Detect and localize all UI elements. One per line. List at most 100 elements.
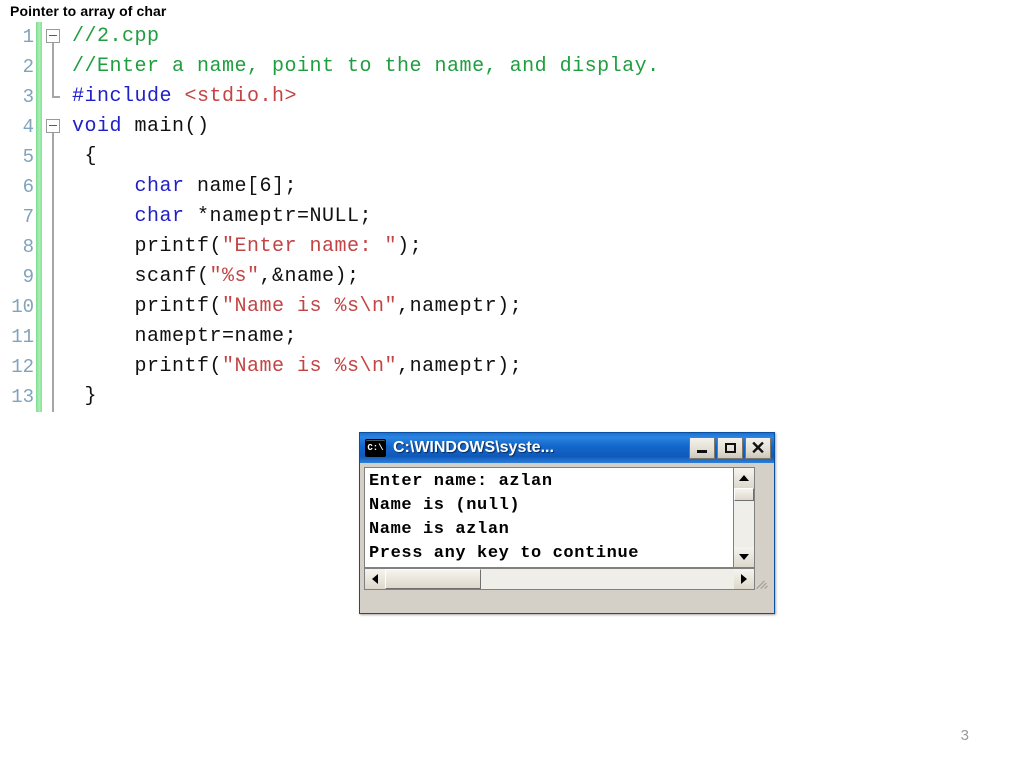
code-line: 4 void main() xyxy=(0,112,1000,142)
console-titlebar[interactable]: C:\ C:\WINDOWS\syste... ✕ xyxy=(360,433,774,463)
fold-tree-line xyxy=(52,352,54,382)
fold-collapse-box[interactable] xyxy=(46,29,60,43)
code-token: *nameptr=NULL; xyxy=(184,205,373,228)
maximize-icon xyxy=(724,443,736,453)
code-token: #include xyxy=(72,85,185,108)
code-token: <stdio.h> xyxy=(184,85,298,108)
close-button[interactable]: ✕ xyxy=(745,437,771,459)
line-number: 2 xyxy=(22,56,34,78)
console-body: Enter name: azlan Name is (null) Name is a… xyxy=(364,467,770,609)
page-title: Pointer to array of char xyxy=(10,3,167,19)
fold-column[interactable] xyxy=(42,142,66,172)
editor-gutter: 11 xyxy=(0,322,66,352)
arrow-left-icon xyxy=(372,574,378,584)
editor-gutter: 10 xyxy=(0,292,66,322)
maximize-button[interactable] xyxy=(717,437,743,459)
fold-column[interactable] xyxy=(42,232,66,262)
editor-gutter: 2 xyxy=(0,52,66,82)
fold-collapse-box[interactable] xyxy=(46,119,60,133)
code-text[interactable]: scanf("%s",&name); xyxy=(66,262,360,292)
fold-column[interactable] xyxy=(42,382,66,412)
code-text[interactable]: //Enter a name, point to the name, and d… xyxy=(66,52,660,82)
code-text[interactable]: } xyxy=(66,382,97,412)
fold-column[interactable] xyxy=(42,352,66,382)
line-number: 8 xyxy=(22,236,34,258)
code-text[interactable]: printf("Enter name: "); xyxy=(66,232,422,262)
arrow-up-icon xyxy=(739,475,749,481)
code-token: char xyxy=(134,175,185,198)
code-text[interactable]: void main() xyxy=(66,112,210,142)
vertical-scrollbar-track[interactable] xyxy=(734,501,754,547)
fold-column[interactable] xyxy=(42,262,66,292)
line-number: 11 xyxy=(11,326,34,348)
fold-column[interactable] xyxy=(42,112,66,142)
code-line: 8 printf("Enter name: "); xyxy=(0,232,1000,262)
code-token: ); xyxy=(397,235,423,258)
code-editor: 1 //2.cpp 2 //Enter a name, point to the na… xyxy=(0,22,1000,412)
vertical-scrollbar-thumb[interactable] xyxy=(734,488,754,501)
code-text[interactable]: char name[6]; xyxy=(66,172,297,202)
close-icon: ✕ xyxy=(750,438,766,458)
code-token: main() xyxy=(134,115,210,138)
vertical-scrollbar[interactable] xyxy=(733,467,755,568)
code-token: void xyxy=(72,115,135,138)
code-text[interactable]: #include <stdio.h> xyxy=(66,82,297,112)
fold-tree-line xyxy=(52,52,54,82)
editor-gutter: 6 xyxy=(0,172,66,202)
code-token: printf( xyxy=(72,355,223,378)
code-text[interactable]: nameptr=name; xyxy=(66,322,297,352)
fold-tree-line xyxy=(52,322,54,352)
code-text[interactable]: printf("Name is %s\n",nameptr); xyxy=(66,292,522,322)
editor-gutter: 13 xyxy=(0,382,66,412)
fold-column[interactable] xyxy=(42,172,66,202)
scroll-up-arrow[interactable] xyxy=(734,468,754,488)
line-number: 5 xyxy=(22,146,34,168)
code-line: 13 } xyxy=(0,382,1000,412)
code-line: 3 #include <stdio.h> xyxy=(0,82,1000,112)
minimize-icon xyxy=(697,450,707,453)
console-output-line: Name is azlan xyxy=(369,520,510,539)
code-token: printf( xyxy=(72,235,223,258)
arrow-right-icon xyxy=(741,574,747,584)
editor-gutter: 12 xyxy=(0,352,66,382)
code-token: "Enter name: " xyxy=(222,235,398,258)
code-text[interactable]: char *nameptr=NULL; xyxy=(66,202,372,232)
scroll-right-arrow[interactable] xyxy=(734,569,754,589)
fold-column[interactable] xyxy=(42,52,66,82)
code-token: { xyxy=(72,145,98,168)
fold-column[interactable] xyxy=(42,322,66,352)
fold-column[interactable] xyxy=(42,202,66,232)
code-text[interactable]: { xyxy=(66,142,97,172)
fold-column[interactable] xyxy=(42,292,66,322)
editor-gutter: 8 xyxy=(0,232,66,262)
fold-tree-line xyxy=(52,202,54,232)
code-token: scanf( xyxy=(72,265,210,288)
horizontal-scrollbar-thumb[interactable] xyxy=(385,569,481,589)
minimize-button[interactable] xyxy=(689,437,715,459)
resize-grip[interactable] xyxy=(755,568,770,590)
line-number: 4 xyxy=(22,116,34,138)
code-token: char xyxy=(134,205,185,228)
scroll-down-arrow[interactable] xyxy=(734,547,754,567)
code-token: //Enter a name, point to the name, and d… xyxy=(72,55,660,78)
code-text[interactable]: printf("Name is %s\n",nameptr); xyxy=(66,352,522,382)
fold-column[interactable] xyxy=(42,82,66,112)
console-output-line: Enter name: azlan xyxy=(369,472,553,491)
console-window-title: C:\WINDOWS\syste... xyxy=(393,439,554,456)
console-output-line: Name is (null) xyxy=(369,496,521,515)
code-line: 5 { xyxy=(0,142,1000,172)
editor-gutter: 4 xyxy=(0,112,66,142)
code-text[interactable]: //2.cpp xyxy=(66,22,160,52)
code-token: "Name is %s\n" xyxy=(222,295,398,318)
fold-tree-line xyxy=(52,172,54,202)
console-window[interactable]: C:\ C:\WINDOWS\syste... ✕ Enter name: az… xyxy=(359,432,775,614)
code-token: //2.cpp xyxy=(72,25,160,48)
fold-column[interactable] xyxy=(42,22,66,52)
scroll-left-arrow[interactable] xyxy=(365,569,385,589)
code-line: 11 nameptr=name; xyxy=(0,322,1000,352)
editor-gutter: 9 xyxy=(0,262,66,292)
code-line: 12 printf("Name is %s\n",nameptr); xyxy=(0,352,1000,382)
horizontal-scrollbar[interactable] xyxy=(364,568,755,590)
